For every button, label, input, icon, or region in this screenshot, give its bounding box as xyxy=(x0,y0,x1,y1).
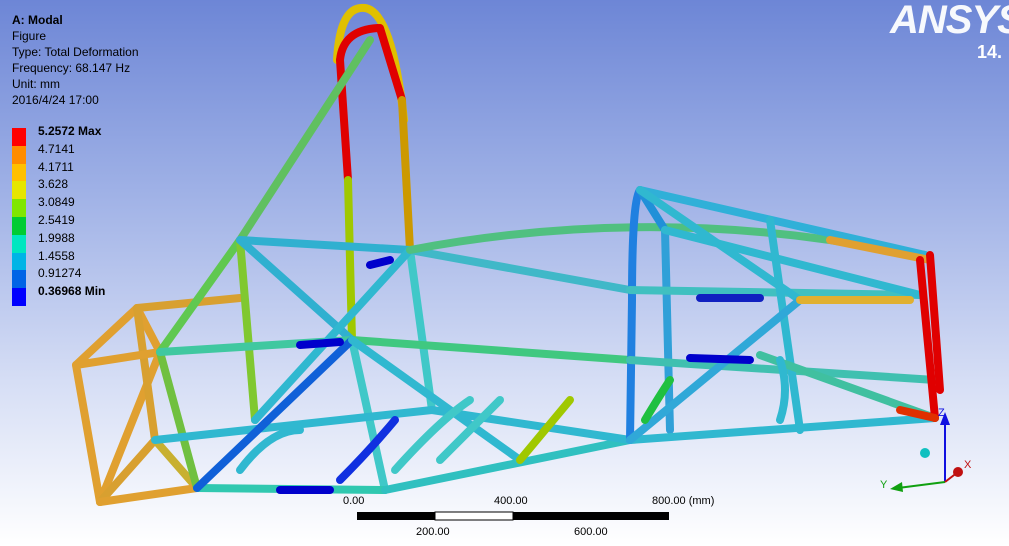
scale-bar xyxy=(357,511,669,521)
scale-label-400: 400.00 xyxy=(494,495,528,507)
scale-label-0: 0.00 xyxy=(343,495,365,507)
scale-label-600: 600.00 xyxy=(574,526,608,538)
scale-segment-1 xyxy=(357,512,435,520)
scale-segment-3 xyxy=(513,512,669,520)
scale-label-800: 800.00 (mm) xyxy=(652,495,715,507)
scale-segment-2 xyxy=(434,511,514,521)
scale-label-200: 200.00 xyxy=(416,526,450,538)
